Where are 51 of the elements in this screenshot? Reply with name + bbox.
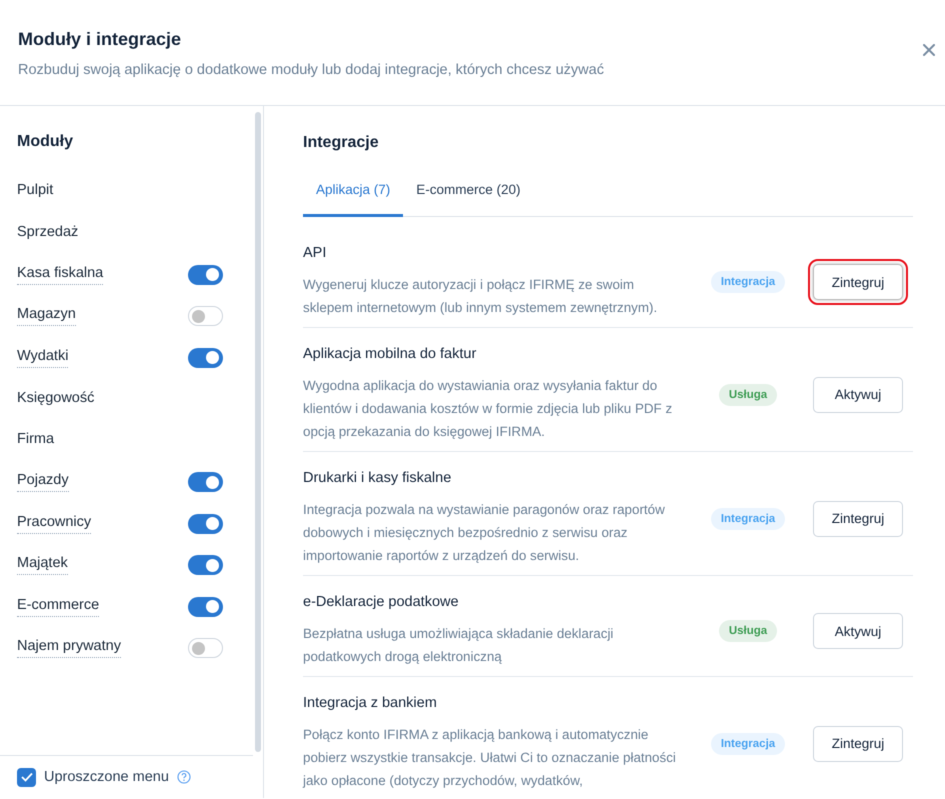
toggle-switch[interactable] [188, 596, 223, 617]
toggle-switch[interactable] [188, 638, 223, 658]
dialog-subtitle: Rozbuduj swoją aplikację o dodatkowe moduły lub dodaj integracje, których chcesz używać [18, 62, 605, 78]
module-link[interactable]: Pulpit [17, 182, 54, 202]
integration-title: API [303, 245, 328, 261]
help-icon[interactable] [176, 770, 191, 784]
type-badge: Integracja [710, 271, 786, 293]
checkbox-label: Uproszczone menu [44, 769, 169, 785]
type-badge: Usługa [718, 384, 778, 406]
integration-description: Wygodna aplikacja do wystawiania oraz wysyłania faktur do klientów i dodawania kosztów w formie zdjęcia lub pliku PDF z opcją przekazania do księgowej IFIRMA. [303, 377, 674, 441]
action-button[interactable]: Zintegruj [813, 726, 903, 762]
toggle-switch[interactable] [188, 348, 223, 368]
toggle-switch[interactable] [188, 306, 223, 326]
checkbox[interactable] [17, 768, 36, 786]
dialog-title: Moduły i integracje [18, 29, 182, 50]
integration-description: Bezpłatna usługa umożliwiająca składanie deklaracji podatkowych drogą elektroniczną [303, 625, 614, 666]
tab[interactable]: Aplikacja (7) [303, 174, 404, 217]
module-name[interactable]: Magazyn [17, 306, 76, 326]
integration-description: Wygeneruj klucze autoryzacji i połącz IFIRMĘ ze swoim sklepem internetowym (lub innym systemem zewnętrznym). [303, 276, 658, 317]
action-button[interactable]: Aktywuj [813, 376, 903, 412]
type-badge: Usługa [718, 620, 778, 642]
integration-description: Integracja pozwala na wystawianie paragonów oraz raportów dobowych i miesięcznych bezpośrednio z serwisu oraz importowanie raportów z urządzeń do serwisu. [303, 501, 666, 565]
integration-title: Aplikacja mobilna do faktur [303, 346, 478, 362]
type-badge: Integracja [710, 732, 786, 754]
sidebar-title: Moduły [17, 133, 74, 151]
module-name[interactable]: E-commerce [17, 596, 100, 617]
action-button[interactable]: Zintegruj [813, 500, 903, 536]
scrollbar[interactable] [255, 112, 261, 752]
toggle-switch[interactable] [188, 555, 223, 576]
toggle-switch[interactable] [188, 472, 223, 492]
module-link[interactable]: Firma [17, 431, 54, 450]
integration-title: Integracja z bankiem [303, 695, 438, 711]
module-name[interactable]: Majątek [17, 555, 68, 576]
module-name[interactable]: Pojazdy [17, 472, 69, 492]
close-icon[interactable] [923, 44, 935, 56]
integration-description: Połącz konto IFIRMA z aplikacją bankową i automatycznie pobierz wszystkie transakcje. Ułatwi Ci to oznaczanie płatności jako opłacone (dotyczy przychodów, wydatków, [303, 726, 677, 790]
module-name[interactable]: Najem prywatny [17, 638, 121, 658]
checkmark-icon [20, 772, 32, 782]
module-name[interactable]: Kasa fiskalna [17, 264, 104, 285]
action-button[interactable]: Aktywuj [813, 613, 903, 649]
integration-title: e-Deklaracje podatkowe [303, 594, 460, 610]
tab[interactable]: E-commerce (20) [403, 174, 534, 217]
module-name[interactable]: Wydatki [17, 348, 68, 368]
module-link[interactable]: Księgowość [17, 390, 94, 409]
section-title: Integracje [303, 134, 380, 152]
type-badge: Integracja [710, 508, 786, 530]
module-name[interactable]: Pracownicy [17, 514, 92, 534]
module-link[interactable]: Sprzedaż [17, 224, 78, 243]
integration-title: Drukarki i kasy fiskalne [303, 470, 452, 486]
toggle-switch[interactable] [188, 514, 223, 534]
toggle-switch[interactable] [188, 264, 223, 285]
